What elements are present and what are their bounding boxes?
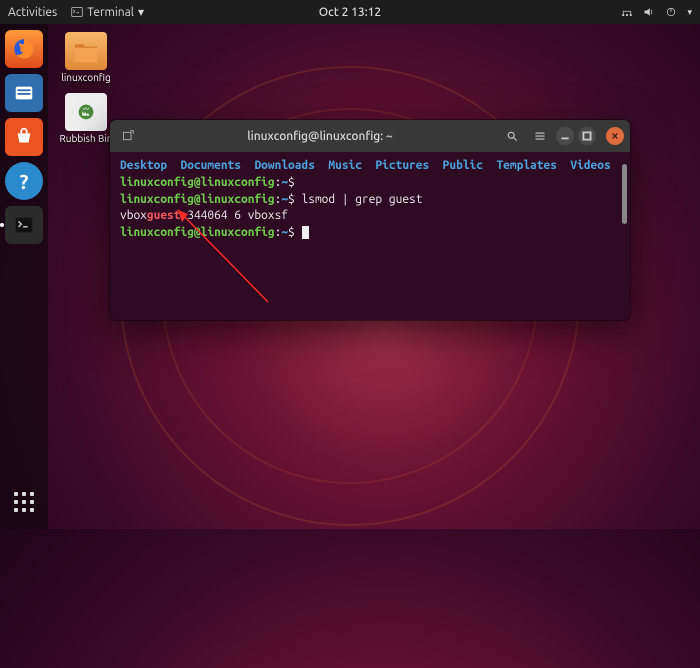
desktop-trash[interactable]: Rubbish Bin [56,93,116,144]
desktop-folder-linuxconfig[interactable]: linuxconfig [56,32,116,83]
terminal-window: linuxconfig@linuxconfig: ~ Desktop Docum… [110,120,630,320]
system-tray[interactable]: ▾ [621,6,692,18]
maximize-button[interactable] [578,127,596,145]
dock: ? [0,24,48,529]
cursor [302,226,309,239]
chevron-down-icon: ▾ [687,7,692,18]
power-icon [665,6,677,18]
menu-button[interactable] [528,124,552,148]
folder-icon [65,32,107,70]
new-tab-button[interactable] [116,124,140,148]
help-icon: ? [20,170,29,193]
desktop-icon-label: Rubbish Bin [60,133,113,144]
prompt-line-1: linuxconfig@linuxconfig:~$ [120,175,620,192]
app-menu[interactable]: Terminal ▾ [71,5,144,19]
terminal-icon [13,214,35,236]
terminal-icon [71,6,83,18]
tab-plus-icon [122,130,134,142]
prompt-line-3: linuxconfig@linuxconfig:~$ [120,225,620,242]
dock-firefox[interactable] [5,30,43,68]
dock-help[interactable]: ? [5,162,43,200]
files-icon [13,82,35,104]
minimize-icon [559,130,571,142]
desktop-icons: linuxconfig Rubbish Bin [56,32,116,144]
hamburger-icon [534,130,546,142]
close-button[interactable] [606,127,624,145]
search-button[interactable] [500,124,524,148]
trash-icon [65,93,107,131]
minimize-button[interactable] [556,127,574,145]
ls-output: Desktop Documents Downloads Music Pictur… [120,158,620,175]
software-icon [13,126,35,148]
window-titlebar[interactable]: linuxconfig@linuxconfig: ~ [110,120,630,152]
dock-terminal[interactable] [5,206,43,244]
dock-files[interactable] [5,74,43,112]
prompt-line-2: linuxconfig@linuxconfig:~$ lsmod | grep … [120,192,620,209]
show-applications-button[interactable] [5,483,43,521]
chevron-down-icon: ▾ [138,5,144,19]
window-title: linuxconfig@linuxconfig: ~ [144,130,496,143]
network-icon [621,6,633,18]
activities-button[interactable]: Activities [8,6,57,19]
app-menu-label: Terminal [87,6,134,19]
volume-icon [643,6,655,18]
clock[interactable]: Oct 2 13:12 [319,6,381,19]
search-icon [506,130,518,142]
firefox-icon [11,36,37,62]
scrollbar-thumb[interactable] [622,164,627,224]
dock-software[interactable] [5,118,43,156]
terminal-body[interactable]: Desktop Documents Downloads Music Pictur… [110,152,630,320]
maximize-icon [581,130,593,142]
grep-output: vboxguest 344064 6 vboxsf [120,208,620,225]
close-icon [611,132,619,140]
gnome-topbar: Activities Terminal ▾ Oct 2 13:12 ▾ [0,0,700,24]
desktop-icon-label: linuxconfig [61,72,111,83]
